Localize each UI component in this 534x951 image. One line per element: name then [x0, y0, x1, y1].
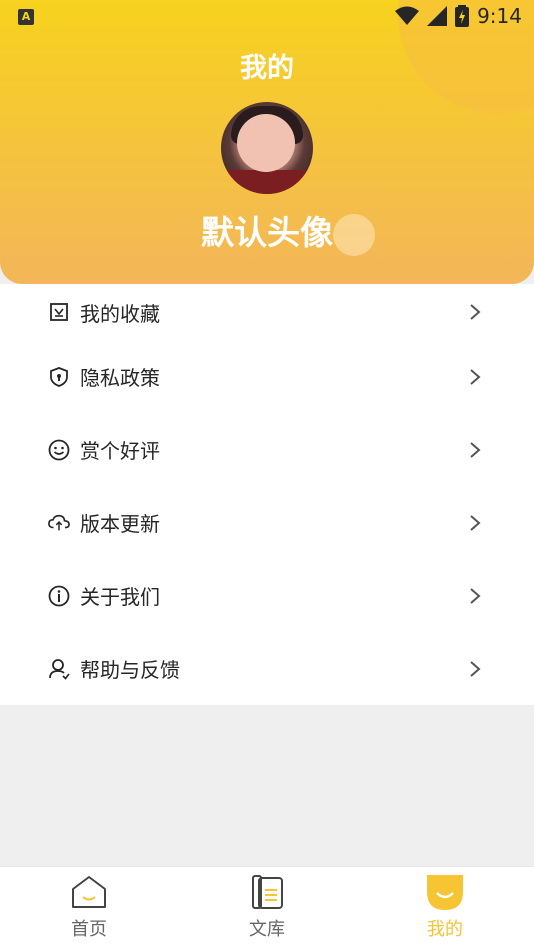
- menu-item-rate[interactable]: 赏个好评: [0, 413, 534, 486]
- library-icon: [252, 875, 283, 909]
- menu-item-label: 赏个好评: [80, 439, 160, 463]
- menu-item-favorites[interactable]: 我的收藏: [0, 284, 534, 340]
- profile-header: A 9:14 我的 默认头像: [0, 0, 534, 284]
- tab-home[interactable]: 首页: [29, 867, 149, 951]
- menu-item-about[interactable]: 关于我们: [0, 559, 534, 632]
- smile-icon: [48, 439, 70, 461]
- chevron-right-icon: [470, 368, 481, 385]
- menu-item-privacy[interactable]: 隐私政策: [0, 340, 534, 413]
- battery-icon: [455, 5, 470, 27]
- settings-menu: 我的收藏 隐私政策 赏个好评 版本更新 关于我们 帮助与反馈: [0, 284, 534, 705]
- chevron-right-icon: [470, 304, 481, 320]
- menu-item-label: 隐私政策: [80, 366, 160, 390]
- username[interactable]: 默认头像: [0, 206, 534, 254]
- home-icon: [72, 876, 106, 908]
- menu-item-help[interactable]: 帮助与反馈: [0, 632, 534, 705]
- app-notification-icon: A: [18, 9, 34, 25]
- avatar[interactable]: [221, 102, 313, 194]
- chevron-right-icon: [470, 587, 481, 604]
- menu-item-label: 帮助与反馈: [80, 658, 180, 682]
- wifi-icon: [395, 6, 420, 25]
- menu-item-label: 关于我们: [80, 585, 160, 609]
- tab-library[interactable]: 文库: [207, 867, 327, 951]
- user-help-icon: [48, 658, 70, 680]
- signal-icon: [427, 6, 448, 26]
- bottom-tab-bar: 首页 文库 我的: [0, 866, 534, 951]
- profile-icon: [427, 875, 463, 910]
- shield-icon: [48, 366, 70, 388]
- status-right: 9:14: [395, 4, 522, 28]
- cloud-sync-icon: [48, 512, 70, 534]
- page-title: 我的: [240, 53, 294, 84]
- menu-item-label: 版本更新: [80, 512, 160, 536]
- tab-label: 我的: [427, 919, 463, 940]
- tab-profile[interactable]: 我的: [385, 867, 505, 951]
- menu-item-update[interactable]: 版本更新: [0, 486, 534, 559]
- tab-label: 首页: [71, 919, 107, 940]
- chevron-right-icon: [470, 660, 481, 677]
- bookmark-icon: [48, 301, 70, 323]
- info-icon: [48, 585, 70, 607]
- menu-item-label: 我的收藏: [80, 301, 160, 326]
- chevron-right-icon: [470, 514, 481, 531]
- tab-label: 文库: [249, 919, 285, 940]
- status-bar: A 9:14: [0, 0, 534, 36]
- clock: 9:14: [477, 4, 522, 28]
- chevron-right-icon: [470, 441, 481, 458]
